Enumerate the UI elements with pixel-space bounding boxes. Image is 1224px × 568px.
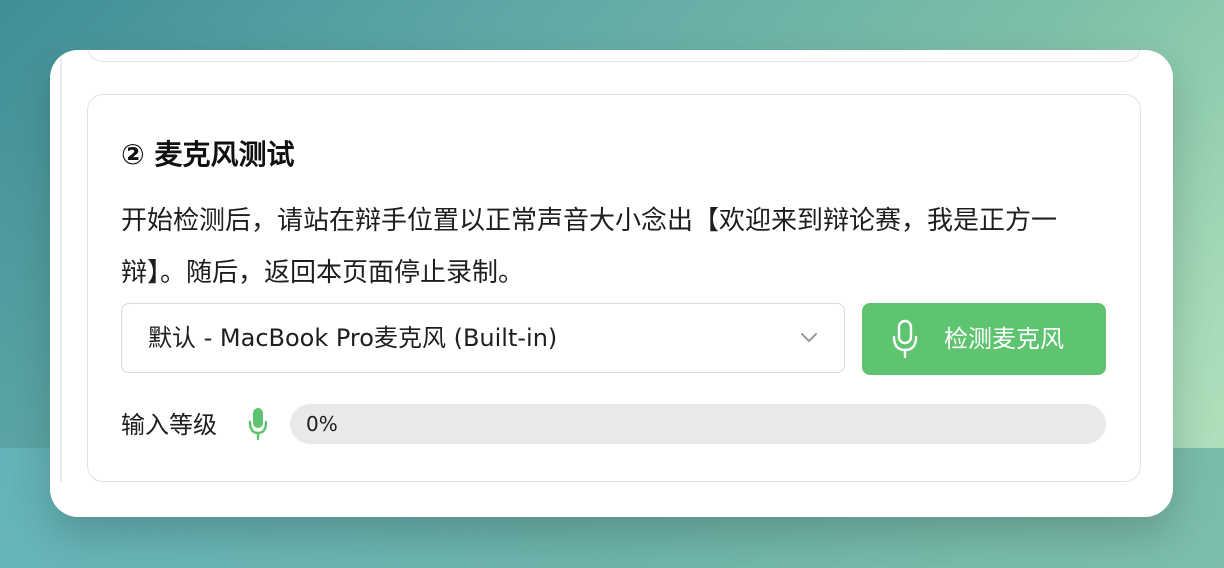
detect-microphone-button[interactable]: 检测麦克风	[862, 303, 1106, 375]
section-title: ② 麦克风测试	[121, 138, 295, 171]
chevron-down-icon	[801, 333, 817, 342]
input-level-label: 输入等级	[121, 411, 217, 439]
input-level-value: 0%	[306, 412, 338, 436]
detect-button-label: 检测麦克风	[944, 325, 1064, 353]
microphone-device-select[interactable]: 默认 - MacBook Pro麦克风 (Built-in)	[121, 303, 845, 373]
app-window: ② 麦克风测试 开始检测后，请站在辩手位置以正常声音大小念出【欢迎来到辩论赛，我…	[50, 50, 1173, 517]
scroll-edge	[60, 50, 62, 482]
selected-device: 默认 - MacBook Pro麦克风 (Built-in)	[148, 324, 558, 352]
previous-section-card	[87, 50, 1141, 62]
input-level-meter: 0%	[290, 404, 1106, 444]
microphone-icon	[248, 408, 268, 441]
section-description: 开始检测后，请站在辩手位置以正常声音大小念出【欢迎来到辩论赛，我是正方一辩】。随…	[121, 206, 1058, 288]
microphone-test-card: ② 麦克风测试 开始检测后，请站在辩手位置以正常声音大小念出【欢迎来到辩论赛，我…	[87, 94, 1141, 482]
microphone-icon	[892, 319, 918, 359]
